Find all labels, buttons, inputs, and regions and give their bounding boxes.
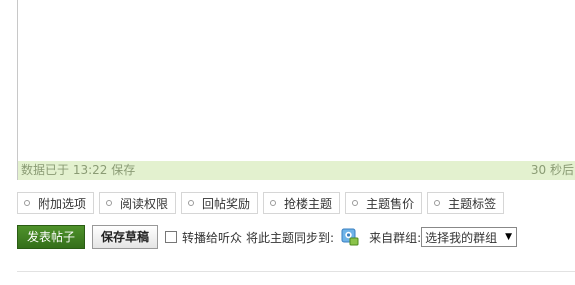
footer-divider (17, 271, 575, 272)
circle-bullet-icon (434, 200, 441, 206)
option-read-permission-label: 阅读权限 (120, 196, 169, 211)
option-reply-reward[interactable]: 回帖奖励 (181, 192, 259, 214)
option-extra-label: 附加选项 (38, 196, 87, 211)
group-from-label: 来自群组: (369, 230, 422, 245)
option-extra[interactable]: 附加选项 (17, 192, 95, 214)
circle-bullet-icon (24, 200, 30, 206)
autosave-countdown-text: 30 秒后 (530, 163, 574, 177)
group-select[interactable]: 选择我的群组 ▼ (421, 227, 518, 247)
option-reply-reward-label: 回帖奖励 (202, 196, 251, 211)
circle-bullet-icon (188, 200, 195, 206)
circle-bullet-icon (106, 200, 113, 206)
forward-label: 转播给听众 (182, 230, 243, 245)
option-thread-price-label: 主题售价 (366, 196, 415, 211)
qzone-sync-icon[interactable] (341, 228, 359, 246)
option-read-permission[interactable]: 阅读权限 (99, 192, 177, 214)
group-select-value: 选择我的群组 (425, 230, 498, 245)
sync-label: 将此主题同步到: (246, 230, 335, 245)
post-options-bar: 附加选项 阅读权限 回帖奖励 抢楼主题 主题售价 主题标签 (17, 192, 505, 214)
autosave-status-bar: 数据已于 13:22 保存 30 秒后 (18, 161, 575, 180)
post-actions-row: 发表帖子 保存草稿 转播给听众 将此主题同步到: 来自群组: 选择我的群组 ▼ (17, 224, 518, 250)
circle-bullet-icon (352, 200, 359, 206)
save-draft-button[interactable]: 保存草稿 (92, 225, 159, 249)
autosave-saved-text: 数据已于 13:22 保存 (21, 163, 136, 177)
option-thread-tags[interactable]: 主题标签 (427, 192, 505, 214)
post-editor[interactable]: 数据已于 13:22 保存 30 秒后 (17, 0, 575, 180)
option-floor-grab-label: 抢楼主题 (284, 196, 333, 211)
publish-button[interactable]: 发表帖子 (17, 225, 86, 249)
option-thread-price[interactable]: 主题售价 (345, 192, 423, 214)
forward-checkbox[interactable] (165, 231, 178, 243)
caret-down-icon: ▼ (505, 232, 513, 242)
circle-bullet-icon (270, 200, 277, 206)
option-floor-grab[interactable]: 抢楼主题 (263, 192, 341, 214)
option-thread-tags-label: 主题标签 (448, 196, 497, 211)
